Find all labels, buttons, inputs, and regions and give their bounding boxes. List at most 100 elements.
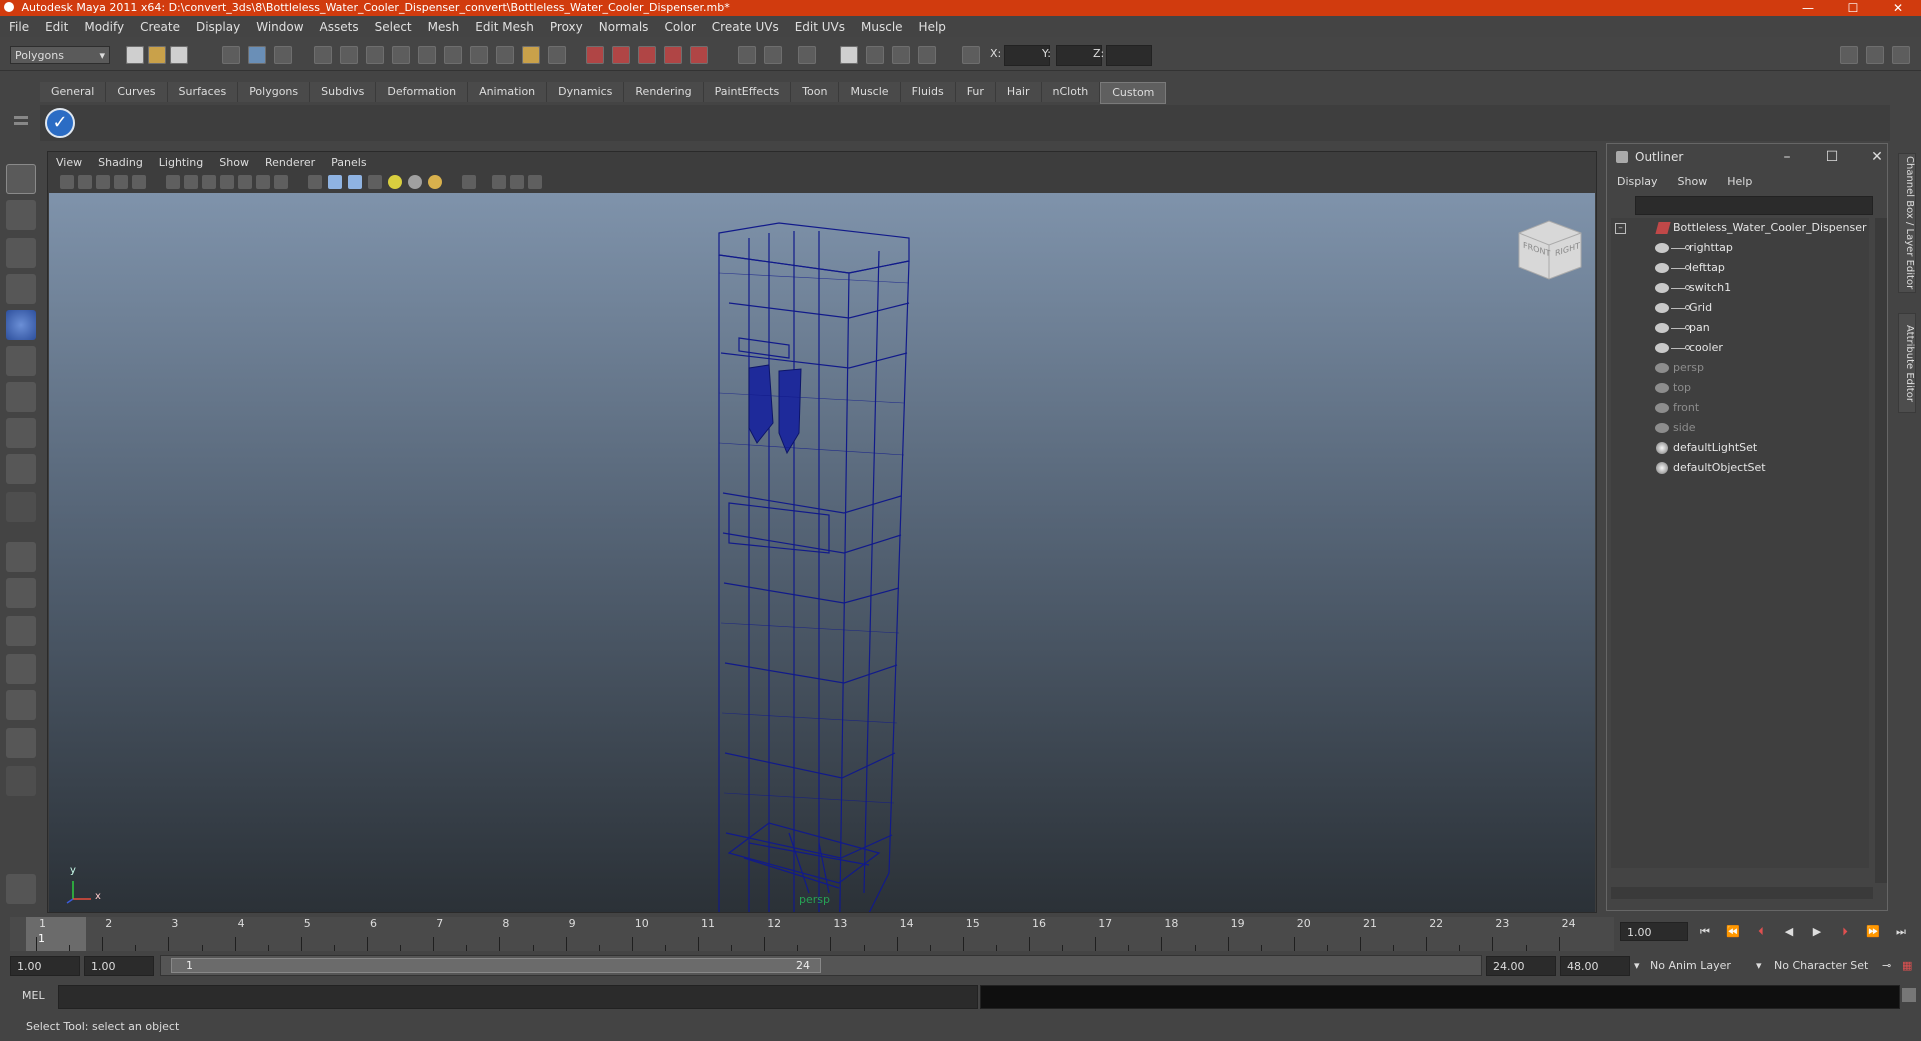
viewport-menu-show[interactable]: Show <box>219 156 249 169</box>
animation-preferences-icon[interactable]: ▦ <box>1902 956 1918 976</box>
menu-color[interactable]: Color <box>664 20 695 34</box>
outliner-item-switch1[interactable]: switch1 <box>1611 278 1869 298</box>
select-misc-icon[interactable] <box>496 46 514 64</box>
start-time-field[interactable]: 1.00 <box>10 956 80 976</box>
safe-action-icon[interactable] <box>256 175 270 189</box>
menu-mesh[interactable]: Mesh <box>428 20 460 34</box>
attribute-editor-tab[interactable]: Attribute Editor <box>1898 313 1916 413</box>
current-time-marker[interactable]: 1 <box>26 917 86 951</box>
select-hierarchy-icon[interactable] <box>222 46 240 64</box>
x-ray-joints-icon[interactable] <box>510 175 524 189</box>
outliner-item-grid[interactable]: Grid <box>1611 298 1869 318</box>
menu-create-uvs[interactable]: Create UVs <box>712 20 779 34</box>
high-quality-lighting-icon[interactable] <box>428 175 442 189</box>
menu-file[interactable]: File <box>9 20 29 34</box>
image-plane-icon[interactable] <box>114 175 128 189</box>
menu-proxy[interactable]: Proxy <box>550 20 583 34</box>
default-lighting-icon[interactable] <box>388 175 402 189</box>
render-globals-icon[interactable] <box>892 46 910 64</box>
snap-view-plane-icon[interactable] <box>664 46 682 64</box>
go-to-end-icon[interactable]: ⏭ <box>1892 924 1910 940</box>
toggle-channel-box-icon[interactable] <box>1840 46 1858 64</box>
select-rendering-icon[interactable] <box>470 46 488 64</box>
shelf-tab-rendering[interactable]: Rendering <box>624 82 704 102</box>
menu-display[interactable]: Display <box>196 20 240 34</box>
step-back-frame-icon[interactable]: ⏪ <box>1724 924 1742 940</box>
hypershade-layout-icon[interactable] <box>6 690 36 720</box>
outliner-item-cooler[interactable]: cooler <box>1611 338 1869 358</box>
range-slider-bar[interactable]: 1 24 <box>171 958 821 973</box>
smooth-shade-icon[interactable] <box>328 175 342 189</box>
outliner-item-pan[interactable]: pan <box>1611 318 1869 338</box>
persp-outliner-layout-icon[interactable] <box>6 616 36 646</box>
snap-grid-icon[interactable] <box>586 46 604 64</box>
wireframe-icon[interactable] <box>308 175 322 189</box>
custom-layout-icon[interactable] <box>6 766 36 796</box>
toggle-attribute-editor-icon[interactable] <box>1866 46 1884 64</box>
shelf-tab-surfaces[interactable]: Surfaces <box>167 82 239 102</box>
menu-modify[interactable]: Modify <box>84 20 124 34</box>
resolution-gate-icon[interactable] <box>202 175 216 189</box>
shelf-tab-muscle[interactable]: Muscle <box>839 82 901 102</box>
universal-manipulator-icon[interactable] <box>6 382 36 412</box>
select-joints-icon[interactable] <box>340 46 358 64</box>
menu-normals[interactable]: Normals <box>599 20 649 34</box>
play-backwards-icon[interactable]: ◀ <box>1780 924 1798 940</box>
outliner-item-root[interactable]: – Bottleless_Water_Cooler_Dispenser <box>1611 218 1869 238</box>
select-surfaces-icon[interactable] <box>392 46 410 64</box>
shelf-tab-toon[interactable]: Toon <box>791 82 840 102</box>
menu-assets[interactable]: Assets <box>320 20 359 34</box>
command-language-label[interactable]: MEL <box>22 989 45 1002</box>
outliner-maximize-button[interactable]: ☐ <box>1812 144 1852 170</box>
menu-edit-mesh[interactable]: Edit Mesh <box>475 20 534 34</box>
select-component-icon[interactable] <box>274 46 292 64</box>
outliner-menu-display[interactable]: Display <box>1617 175 1658 188</box>
highlight-selection-icon[interactable] <box>548 46 566 64</box>
shelf-tab-polygons[interactable]: Polygons <box>238 82 311 102</box>
range-slider[interactable]: 1 24 <box>160 955 1482 976</box>
minimize-button[interactable]: — <box>1785 0 1831 16</box>
soft-modification-icon[interactable] <box>6 418 36 448</box>
shelf-tab-fluids[interactable]: Fluids <box>900 82 956 102</box>
bookmarks-icon[interactable] <box>96 175 110 189</box>
textured-icon[interactable] <box>368 175 382 189</box>
lock-selection-icon[interactable] <box>522 46 540 64</box>
step-back-key-icon[interactable]: ⏴ <box>1752 924 1770 940</box>
scale-tool-icon[interactable] <box>6 346 36 376</box>
z-field[interactable] <box>1106 45 1152 66</box>
menu-set-dropdown[interactable]: Polygons ▾ <box>10 46 110 64</box>
outliner-item-persp[interactable]: persp <box>1611 358 1869 378</box>
viewport-menu-renderer[interactable]: Renderer <box>265 156 315 169</box>
outliner-horizontal-scrollbar[interactable] <box>1611 887 1873 899</box>
menu-create[interactable]: Create <box>140 20 180 34</box>
outliner-item-lefttap[interactable]: lefttap <box>1611 258 1869 278</box>
single-perspective-layout-icon[interactable] <box>6 542 36 572</box>
viewport-canvas[interactable]: FRONT RIGHT y x persp <box>49 193 1595 912</box>
menu-edit[interactable]: Edit <box>45 20 68 34</box>
wireframe-on-shaded-icon[interactable] <box>348 175 362 189</box>
film-gate-icon[interactable] <box>184 175 198 189</box>
field-chart-icon[interactable] <box>238 175 252 189</box>
shadows-icon[interactable] <box>408 175 422 189</box>
outliner-item-top[interactable]: top <box>1611 378 1869 398</box>
outliner-close-button[interactable]: ✕ <box>1857 144 1897 170</box>
outliner-graph-layout-icon[interactable] <box>6 728 36 758</box>
paint-select-tool-icon[interactable] <box>6 238 36 268</box>
input-ops-icon[interactable] <box>738 46 756 64</box>
shelf-tab-subdivs[interactable]: Subdivs <box>310 82 377 102</box>
outliner-filter-input[interactable] <box>1635 196 1873 215</box>
maximize-button[interactable]: ☐ <box>1830 0 1876 16</box>
menu-edit-uvs[interactable]: Edit UVs <box>795 20 845 34</box>
camera-attributes-icon[interactable] <box>78 175 92 189</box>
shelf-tab-fur[interactable]: Fur <box>955 82 996 102</box>
show-manipulator-icon[interactable] <box>6 454 36 484</box>
select-handles-icon[interactable] <box>314 46 332 64</box>
toolbox-toggle-icon[interactable] <box>6 874 36 904</box>
save-scene-icon[interactable] <box>170 46 188 64</box>
safe-title-icon[interactable] <box>274 175 288 189</box>
rotate-tool-icon[interactable] <box>6 310 36 340</box>
snap-point-icon[interactable] <box>638 46 656 64</box>
select-curves-icon[interactable] <box>366 46 384 64</box>
key-icon[interactable]: ⊸ <box>1882 956 1898 976</box>
move-tool-icon[interactable] <box>6 274 36 304</box>
